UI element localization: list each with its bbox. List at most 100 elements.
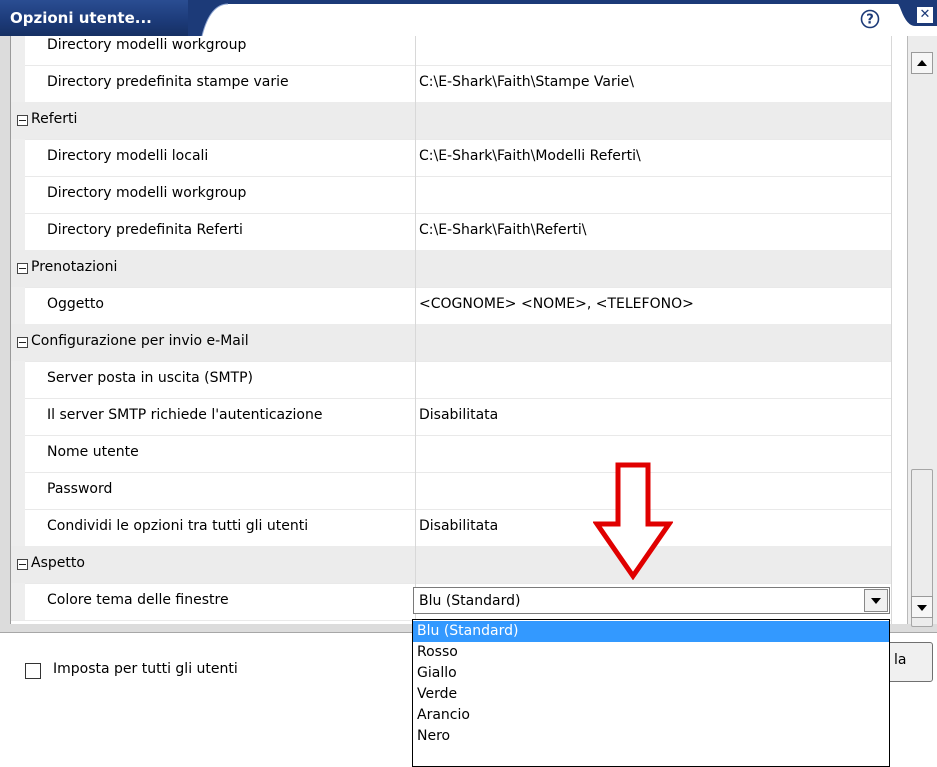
theme-color-option[interactable]: Giallo [413,663,889,684]
help-question-icon[interactable]: ? [860,9,880,29]
footer-button-label: la [894,652,907,668]
title-tab-curve [188,0,228,36]
property-name-cell: Condividi le opzioni tra tutti gli utent… [25,509,415,546]
property-value-cell[interactable]: C:\E-Shark\Faith\Stampe Varie\ [416,65,891,102]
property-row[interactable]: Condividi le opzioni tra tutti gli utent… [11,509,891,547]
property-name-cell: Configurazione per invio e-Mail [25,324,415,361]
close-x-icon: ✕ [916,6,934,24]
property-value-cell[interactable] [416,36,891,65]
property-label: Directory modelli workgroup [47,185,247,201]
property-name-cell: Server posta in uscita (SMTP) [25,361,415,398]
property-row[interactable]: Directory modelli workgroup [11,176,891,214]
red-annotation-arrow-icon [593,462,673,580]
vertical-scrollbar[interactable] [907,36,937,627]
title-bar-strip [200,0,937,4]
property-value-cell [416,250,891,287]
grid-right-border [891,36,892,624]
property-value-cell [416,102,891,139]
property-name-cell: Nome utente [25,435,415,472]
title-bar: Opzioni utente... ? ✕ [0,0,937,36]
property-label: Server posta in uscita (SMTP) [47,370,253,386]
theme-color-selected-value: Blu (Standard) [419,593,521,609]
svg-text:?: ? [866,13,874,28]
property-name-cell: Directory modelli workgroup [25,36,415,65]
property-value: C:\E-Shark\Faith\Modelli Referti\ [419,148,641,164]
close-button[interactable]: ✕ [895,0,937,26]
category-label: Aspetto [31,555,85,571]
property-label: Il server SMTP richiede l'autenticazione [47,407,323,423]
row-gutter [11,398,25,435]
row-gutter [11,102,28,139]
theme-color-option[interactable]: Arancio [413,705,889,726]
row-gutter [11,287,25,324]
row-gutter [11,176,25,213]
property-row[interactable]: Directory predefinita Referti C:\E-Shark\… [11,213,891,251]
theme-color-dropdown-list[interactable]: Blu (Standard) Rosso Giallo Verde Arancio Ner… [412,619,890,767]
scroll-up-button[interactable] [911,52,933,74]
property-value-cell[interactable]: C:\E-Shark\Faith\Modelli Referti\ [416,139,891,176]
property-label: Oggetto [47,296,104,312]
theme-color-option[interactable]: Blu (Standard) [413,621,889,642]
property-label: Nome utente [47,444,139,460]
property-row[interactable]: Il server SMTP richiede l'autenticazione… [11,398,891,436]
theme-color-option[interactable]: Nero [413,726,889,747]
row-gutter [11,472,25,509]
row-gutter [11,435,25,472]
combobox-dropdown-button[interactable] [864,589,888,612]
scroll-down-arrow-icon [917,605,927,611]
property-row[interactable]: Password [11,472,891,510]
row-gutter [11,250,28,287]
property-value-cell[interactable] [416,361,891,398]
property-label: Directory modelli locali [47,148,209,164]
property-row[interactable]: Nome utente [11,435,891,473]
property-label: Colore tema delle finestre [47,592,229,608]
property-label: Directory predefinita stampe varie [47,74,289,90]
property-label: Password [47,481,113,497]
category-row[interactable]: Configurazione per invio e-Mail [11,324,891,362]
property-value: <COGNOME> <NOME>, <TELEFONO> [419,296,694,312]
property-row[interactable]: Server posta in uscita (SMTP) [11,361,891,399]
property-value-cell[interactable]: Disabilitata [416,398,891,435]
scroll-down-button[interactable] [911,596,933,618]
theme-color-option[interactable]: Rosso [413,642,889,663]
property-name-cell: Directory modelli locali [25,139,415,176]
property-name-cell: Password [25,472,415,509]
category-row[interactable]: Aspetto [11,546,891,584]
row-gutter [11,546,28,583]
property-row[interactable]: Oggetto <COGNOME> <NOME>, <TELEFONO> [11,287,891,325]
property-name-cell: Prenotazioni [25,250,415,287]
property-name-cell: Directory predefinita Referti [25,213,415,250]
property-value-cell[interactable]: <COGNOME> <NOME>, <TELEFONO> [416,287,891,324]
property-row[interactable]: Directory predefinita stampe varie C:\E-S… [11,65,891,103]
window-title: Opzioni utente... [10,9,152,27]
property-value-cell[interactable] [416,176,891,213]
property-name-cell: Aspetto [25,546,415,583]
property-label: Directory modelli workgroup [47,37,247,53]
chevron-down-icon [871,598,881,604]
category-label: Referti [31,111,78,127]
theme-color-combobox[interactable]: Blu (Standard) [413,587,890,614]
row-gutter [11,509,25,546]
property-name-cell: Directory modelli workgroup [25,176,415,213]
category-row[interactable]: Prenotazioni [11,250,891,288]
property-value: C:\E-Shark\Faith\Referti\ [419,222,587,238]
property-value-cell[interactable]: C:\E-Shark\Faith\Referti\ [416,213,891,250]
property-row[interactable]: Directory modelli workgroup [11,36,891,66]
property-value: C:\E-Shark\Faith\Stampe Varie\ [419,74,634,90]
property-name-cell: Il server SMTP richiede l'autenticazione [25,398,415,435]
set-for-all-users-checkbox[interactable] [25,663,41,679]
category-row[interactable]: Referti [11,102,891,140]
category-label: Prenotazioni [31,259,118,275]
scroll-up-arrow-icon [917,60,927,66]
property-row[interactable]: Directory modelli locali C:\E-Shark\Faith… [11,139,891,177]
row-gutter [11,139,25,176]
property-value: Disabilitata [419,518,499,534]
property-label: Condividi le opzioni tra tutti gli utent… [47,518,309,534]
row-gutter [11,65,25,102]
set-for-all-users-label[interactable]: Imposta per tutti gli utenti [53,661,238,677]
theme-color-option[interactable]: Verde [413,684,889,705]
property-name-cell: Colore tema delle finestre [25,583,415,620]
property-name-cell: Referti [25,102,415,139]
property-name-cell: Oggetto [25,287,415,324]
property-label: Directory predefinita Referti [47,222,243,238]
